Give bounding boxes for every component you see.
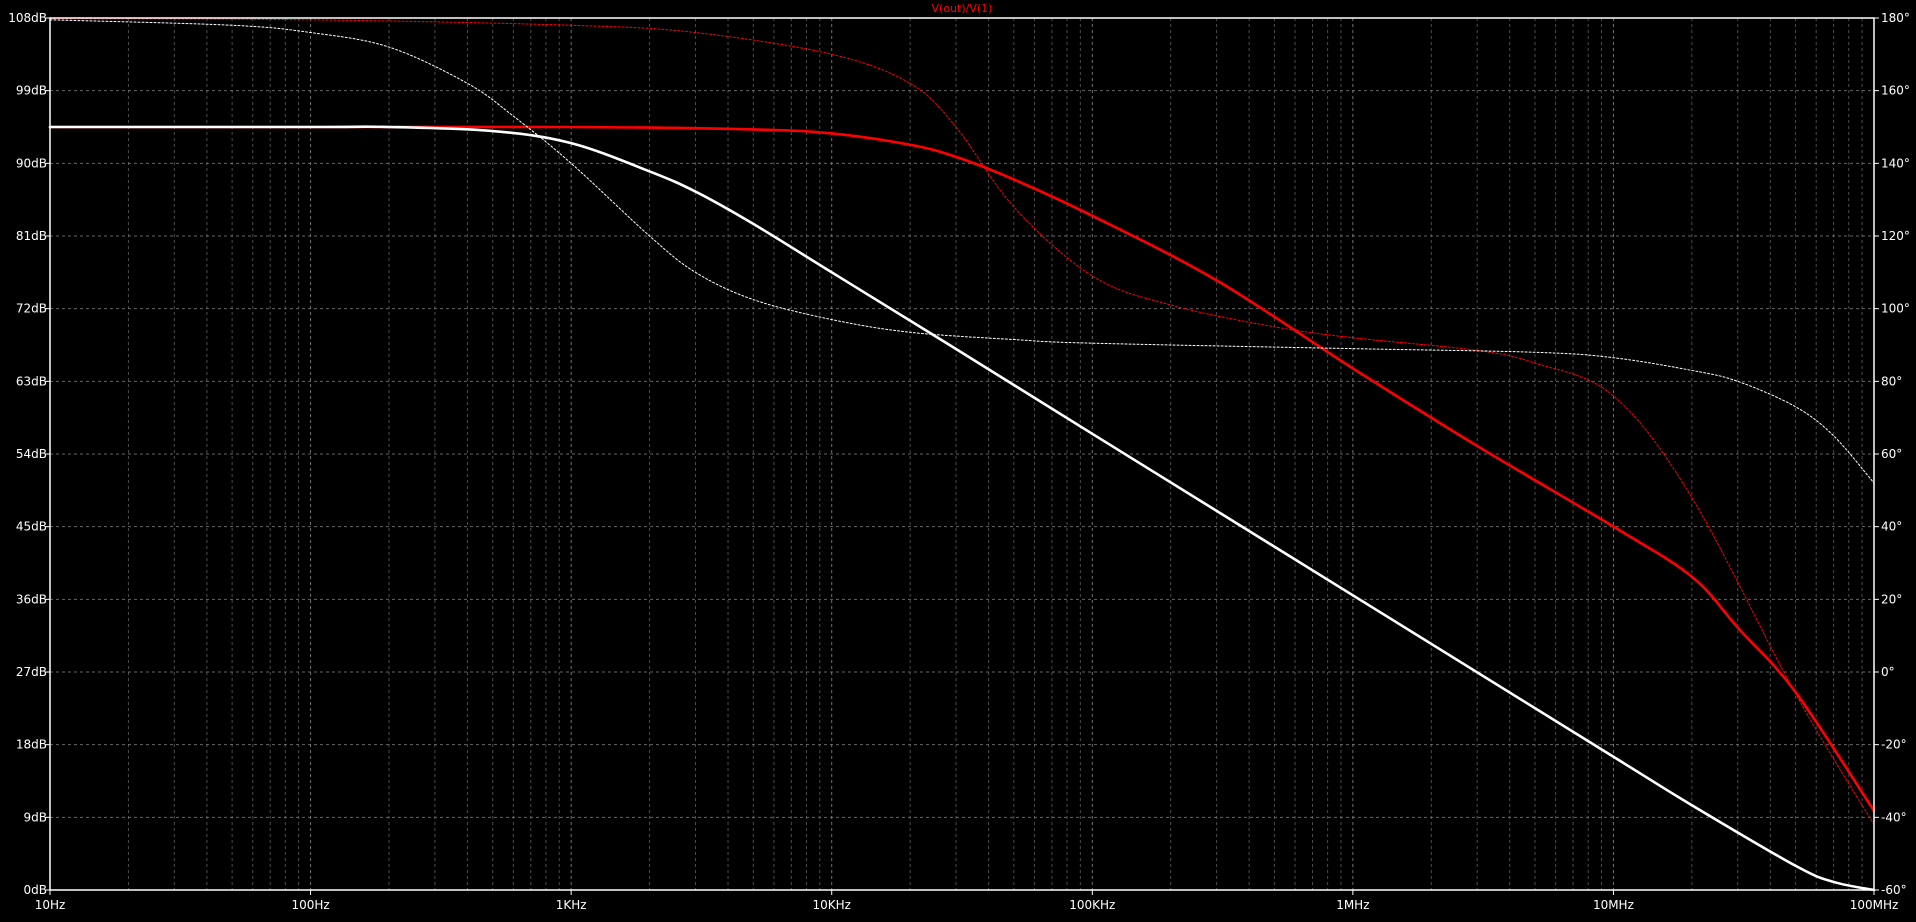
y-right-tick-label: 0° xyxy=(1881,665,1895,679)
y-right-tick-label: 80° xyxy=(1881,374,1902,388)
y-left-tick-label: 36dB xyxy=(16,592,47,606)
y-right-tick-label: 60° xyxy=(1881,447,1902,461)
y-right-tick-label: -60° xyxy=(1881,883,1907,897)
y-right-tick-label: 180° xyxy=(1881,11,1910,25)
y-left-tick-label: 27dB xyxy=(16,665,47,679)
y-left-tick-label: 9dB xyxy=(24,810,47,824)
x-tick-label: 10KHz xyxy=(812,898,850,912)
y-left-tick-label: 99dB xyxy=(16,84,47,98)
white-magnitude-trace xyxy=(48,125,1876,892)
y-right-tick-label: -20° xyxy=(1881,738,1907,752)
y-right-tick-label: 160° xyxy=(1881,84,1910,98)
y-left-tick-label: 81dB xyxy=(16,229,47,243)
x-tick-label: 10Hz xyxy=(35,898,66,912)
bode-chart: 10Hz 100Hz 1KHz 10KHz 100KHz 1MHz 10MHz 100MHz 0… xyxy=(8,2,1910,912)
y-right-tick-label: 20° xyxy=(1881,592,1902,606)
y-right-tick-label: 100° xyxy=(1881,302,1910,316)
y-right-tick-label: 140° xyxy=(1881,156,1910,170)
tick-layer: 10Hz 100Hz 1KHz 10KHz 100KHz 1MHz 10MHz 100MHz 0… xyxy=(8,11,1910,912)
x-tick-label: 10MHz xyxy=(1593,898,1634,912)
y-left-tick-label: 0dB xyxy=(24,883,47,897)
chart-title: V(out)/V(1) xyxy=(932,2,993,15)
y-left-tick-label: 90dB xyxy=(16,156,47,170)
y-right-tick-label: -40° xyxy=(1881,810,1907,824)
red-magnitude-trace xyxy=(48,125,1876,813)
white-phase-trace xyxy=(49,19,1875,484)
x-tick-label: 100MHz xyxy=(1850,898,1899,912)
y-right-tick-label: 40° xyxy=(1881,520,1902,534)
y-right-tick-label: 120° xyxy=(1881,229,1910,243)
y-left-tick-label: 72dB xyxy=(16,302,47,316)
y-left-tick-label: 45dB xyxy=(16,520,47,534)
bode-plot: 10Hz 100Hz 1KHz 10KHz 100KHz 1MHz 10MHz 100MHz 0… xyxy=(0,0,1916,917)
x-tick-label: 1MHz xyxy=(1336,898,1369,912)
x-tick-label: 100KHz xyxy=(1069,898,1115,912)
y-left-tick-label: 18dB xyxy=(16,738,47,752)
y-left-tick-label: 54dB xyxy=(16,447,47,461)
red-phase-trace xyxy=(49,18,1875,826)
y-left-tick-label: 63dB xyxy=(16,374,47,388)
y-left-tick-label: 108dB xyxy=(8,11,47,25)
x-tick-label: 100Hz xyxy=(291,898,329,912)
x-tick-label: 1KHz xyxy=(556,898,587,912)
grid-layer xyxy=(49,17,1874,891)
